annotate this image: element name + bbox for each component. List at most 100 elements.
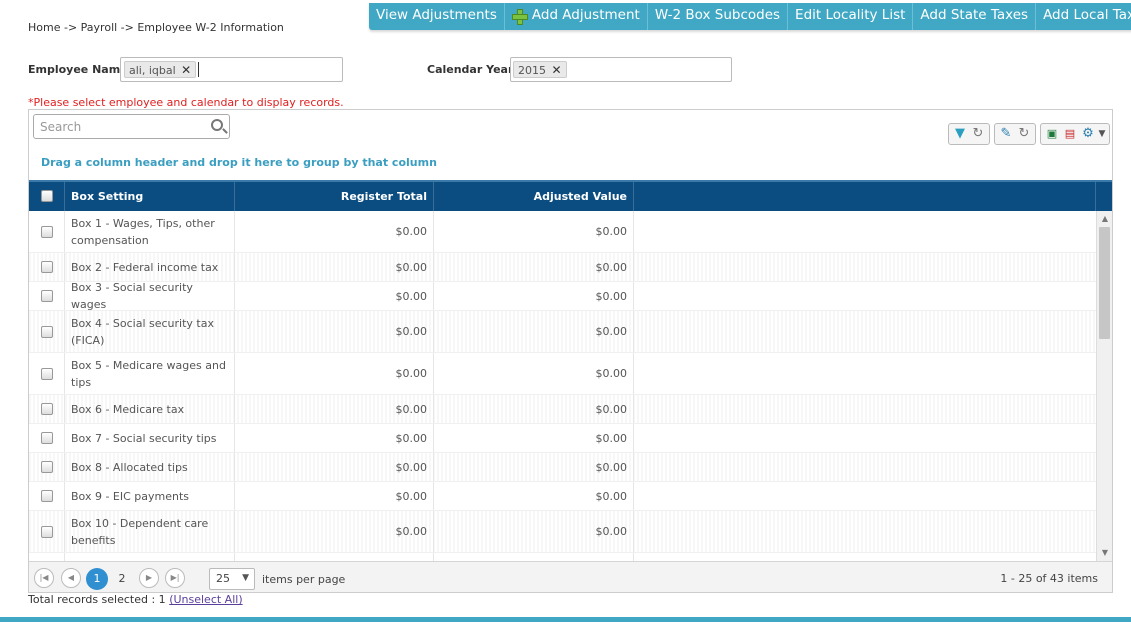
prev-page-icon[interactable]: ◀ bbox=[61, 568, 81, 588]
row-checkbox[interactable] bbox=[40, 461, 53, 473]
search-placeholder: Search bbox=[40, 120, 82, 134]
row-checkbox[interactable] bbox=[40, 261, 53, 273]
calendar-year-field[interactable]: 2015 ✕ bbox=[510, 57, 732, 82]
table-row[interactable]: Box 9 - EIC payments $0.00 $0.00 bbox=[29, 482, 1096, 511]
chevron-down-icon: ▼ bbox=[242, 573, 249, 583]
box-setting-cell: Box 9 - EIC payments bbox=[65, 482, 235, 510]
register-total-cell: $0.00 bbox=[235, 311, 434, 352]
column-header-adjusted-value[interactable]: Adjusted Value bbox=[434, 182, 634, 211]
box-setting-cell: Box 10 - Dependent care benefits bbox=[65, 511, 235, 552]
adjusted-value-cell[interactable]: $0.00 bbox=[434, 353, 634, 394]
row-select-cell bbox=[29, 511, 65, 552]
employee-name-label: Employee Name bbox=[28, 63, 128, 76]
table-row[interactable]: Box 4 - Social security tax (FICA) $0.00… bbox=[29, 311, 1096, 353]
row-select-cell bbox=[29, 211, 65, 252]
row-checkbox[interactable] bbox=[40, 403, 53, 415]
box-setting-cell: Box 6 - Medicare tax bbox=[65, 395, 235, 423]
next-page-icon[interactable]: ▶ bbox=[139, 568, 159, 588]
grid-search[interactable]: Search bbox=[33, 114, 230, 139]
reset-filter-icon[interactable]: ↻ bbox=[969, 125, 987, 143]
page-size-select[interactable]: 25 ▼ bbox=[209, 568, 255, 590]
filter-icon[interactable]: ▼ bbox=[951, 125, 969, 143]
scrollbar-thumb[interactable] bbox=[1099, 227, 1110, 339]
add-adjustment-button[interactable]: Add Adjustment bbox=[505, 3, 648, 30]
row-checkbox[interactable] bbox=[40, 525, 53, 538]
chevron-down-icon[interactable]: ▼ bbox=[1097, 125, 1107, 143]
table-row[interactable]: Box 3 - Social security wages $0.00 $0.0… bbox=[29, 281, 1096, 311]
total-selected: Total records selected : 1 (Unselect All… bbox=[28, 593, 243, 606]
vertical-scrollbar[interactable]: ▲ ▼ bbox=[1096, 211, 1112, 561]
table-row[interactable]: Box 2 - Federal income tax $0.00 $0.00 bbox=[29, 253, 1096, 282]
gear-icon[interactable]: ⚙ bbox=[1079, 125, 1097, 143]
remove-year-icon[interactable]: ✕ bbox=[552, 63, 562, 77]
adjusted-value-cell[interactable]: $0.00 bbox=[434, 511, 634, 552]
adjusted-value-cell[interactable]: $0.00 bbox=[434, 311, 634, 352]
row-select-cell bbox=[29, 353, 65, 394]
grid-toolbar: ▼ ↻ ✎ ↻ ▣ ▤ ⚙ ▼ bbox=[948, 123, 1110, 145]
scroll-down-icon[interactable]: ▼ bbox=[1097, 546, 1113, 560]
adjusted-value-cell[interactable]: $0.00 bbox=[434, 453, 634, 481]
wrench-icon[interactable]: ✎ bbox=[997, 125, 1015, 143]
row-checkbox[interactable] bbox=[40, 225, 53, 238]
view-adjustments-button[interactable]: View Adjustments bbox=[369, 3, 505, 30]
register-total-cell: $0.00 bbox=[235, 282, 434, 310]
row-select-cell bbox=[29, 424, 65, 452]
select-all-cell bbox=[29, 182, 65, 211]
employee-chip-text: ali, iqbal bbox=[129, 64, 176, 77]
row-checkbox[interactable] bbox=[40, 490, 53, 502]
w2-box-subcodes-button[interactable]: W-2 Box Subcodes bbox=[648, 3, 789, 30]
register-total-cell: $0.00 bbox=[235, 211, 434, 252]
plus-icon bbox=[511, 9, 528, 25]
adjusted-value-cell[interactable]: $0.00 bbox=[434, 282, 634, 310]
column-header-box-setting[interactable]: Box Setting bbox=[65, 182, 235, 211]
reset-columns-icon[interactable]: ↻ bbox=[1015, 125, 1033, 143]
table-row[interactable]: Box 8 - Allocated tips $0.00 $0.00 bbox=[29, 453, 1096, 482]
add-state-taxes-button[interactable]: Add State Taxes bbox=[913, 3, 1037, 30]
table-row[interactable]: Box 6 - Medicare tax $0.00 $0.00 bbox=[29, 395, 1096, 424]
scroll-up-icon[interactable]: ▲ bbox=[1097, 212, 1113, 226]
table-row[interactable]: Box 1 - Wages, Tips, other compensation … bbox=[29, 211, 1096, 253]
first-page-icon[interactable]: |◀ bbox=[34, 568, 54, 588]
row-checkbox[interactable] bbox=[40, 367, 53, 380]
last-page-icon[interactable]: ▶| bbox=[165, 568, 185, 588]
adjusted-value-cell[interactable]: $0.00 bbox=[434, 211, 634, 252]
employee-name-field[interactable]: ali, iqbal ✕ bbox=[120, 57, 343, 82]
table-row[interactable]: Box 5 - Medicare wages and tips $0.00 $0… bbox=[29, 353, 1096, 395]
register-total-cell: $0.00 bbox=[235, 253, 434, 281]
row-checkbox[interactable] bbox=[40, 432, 53, 444]
column-header-filler bbox=[634, 182, 1096, 211]
register-total-cell: $0.00 bbox=[235, 424, 434, 452]
validation-message: *Please select employee and calendar to … bbox=[28, 96, 344, 109]
group-by-hint: Drag a column header and drop it here to… bbox=[41, 156, 437, 169]
table-row[interactable]: Box 7 - Social security tips $0.00 $0.00 bbox=[29, 424, 1096, 453]
bottom-accent-bar bbox=[0, 617, 1131, 622]
box-setting-cell: Box 8 - Allocated tips bbox=[65, 453, 235, 481]
pager: |◀ ◀ 1 2 ▶ ▶| 25 ▼ items per page 1 - 25 … bbox=[29, 561, 1112, 592]
unselect-all-link[interactable]: (Unselect All) bbox=[169, 593, 242, 606]
page: Home -> Payroll -> Employee W-2 Informat… bbox=[0, 0, 1131, 622]
register-total-cell: $0.00 bbox=[235, 395, 434, 423]
row-checkbox[interactable] bbox=[40, 290, 53, 302]
remove-employee-icon[interactable]: ✕ bbox=[181, 63, 191, 77]
row-select-cell bbox=[29, 311, 65, 352]
adjusted-value-cell[interactable]: $0.00 bbox=[434, 482, 634, 510]
column-header-register-total[interactable]: Register Total bbox=[235, 182, 434, 211]
w2-grid: Search ▼ ↻ ✎ ↻ ▣ ▤ ⚙ ▼ Drag a column hea… bbox=[28, 109, 1113, 593]
row-checkbox[interactable] bbox=[40, 325, 53, 338]
adjusted-value-cell[interactable]: $0.00 bbox=[434, 424, 634, 452]
select-all-checkbox[interactable] bbox=[40, 190, 53, 202]
filter-tools: ▼ ↻ bbox=[948, 123, 990, 145]
search-icon[interactable] bbox=[211, 119, 223, 131]
table-row[interactable]: Box 10 - Dependent care benefits $0.00 $… bbox=[29, 511, 1096, 553]
adjusted-value-cell[interactable]: $0.00 bbox=[434, 253, 634, 281]
pdf-export-icon[interactable]: ▤ bbox=[1061, 125, 1079, 143]
adjusted-value-cell[interactable]: $0.00 bbox=[434, 395, 634, 423]
pager-info: 1 - 25 of 43 items bbox=[1000, 572, 1098, 585]
text-cursor bbox=[198, 62, 199, 77]
export-tools: ▣ ▤ ⚙ ▼ bbox=[1040, 123, 1110, 145]
page-2-button[interactable]: 2 bbox=[111, 568, 133, 590]
excel-export-icon[interactable]: ▣ bbox=[1043, 125, 1061, 143]
edit-locality-list-button[interactable]: Edit Locality List bbox=[788, 3, 914, 30]
page-1-button[interactable]: 1 bbox=[86, 568, 108, 590]
add-local-taxes-button[interactable]: Add Local Taxes bbox=[1036, 3, 1131, 30]
